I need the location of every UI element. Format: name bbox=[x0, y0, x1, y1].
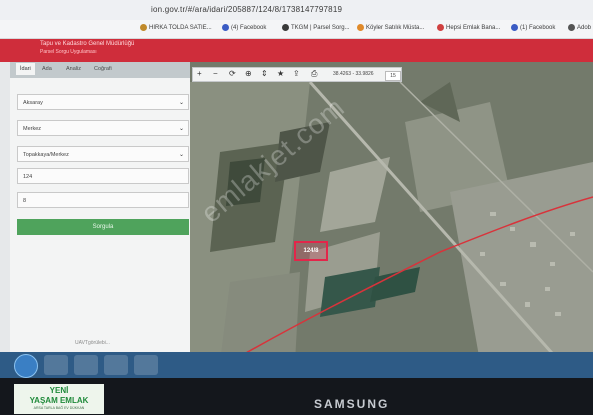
share-icon[interactable]: ⇪ bbox=[293, 69, 300, 78]
query-panel: İdari Ada Analiz Coğrafi Aksaray ⌄ Merke… bbox=[10, 62, 190, 352]
satellite-imagery bbox=[190, 62, 593, 362]
brand-label: SAMSUNG bbox=[314, 397, 390, 411]
location-pin-icon bbox=[282, 24, 289, 31]
neighborhood-value: Topakkaya/Merkez bbox=[23, 152, 69, 158]
bookmark-item[interactable]: (4) Facebook bbox=[222, 24, 266, 31]
bookmark-icon bbox=[568, 24, 575, 31]
parcel-highlight[interactable]: 124/8 bbox=[294, 241, 328, 261]
tab-analiz[interactable]: Analiz bbox=[66, 66, 81, 72]
bookmark-item[interactable]: TKGM | Parsel Sorg... bbox=[282, 24, 350, 31]
start-button[interactable] bbox=[14, 354, 38, 378]
logo-line3: ARSA TARLA BAĞ EV DÜKKAN bbox=[33, 406, 85, 410]
bookmark-label: (1) Facebook bbox=[520, 24, 556, 31]
map-view[interactable]: + − ⟳ ⊕ ⇕ ★ ⇪ ⎙ 38.4263 - 33.9826 15 124… bbox=[190, 62, 593, 362]
logo-line2: YAŞAM EMLAK bbox=[29, 396, 89, 405]
bookmark-icon bbox=[140, 24, 147, 31]
query-tabs: İdari Ada Analiz Coğrafi bbox=[10, 62, 190, 78]
district-select[interactable]: Merkez ⌄ bbox=[17, 120, 189, 136]
parcel-input[interactable]: 8 bbox=[17, 192, 189, 208]
bookmark-label: Köyler Satılık Müsta... bbox=[366, 24, 425, 31]
bookmark-label: HIRKA TOLDA SATIE... bbox=[149, 24, 212, 31]
measure-icon[interactable]: ⇕ bbox=[261, 69, 268, 78]
locate-icon[interactable]: ⊕ bbox=[245, 69, 252, 78]
coordinate-readout: 38.4263 - 33.9826 bbox=[333, 71, 374, 77]
site-header: Tapu ve Kadastro Genel Müdürlüğü Parsel … bbox=[0, 39, 593, 62]
site-subtitle: Parsel Sorgu Uygulaması bbox=[40, 49, 97, 55]
agency-logo: YENİ YAŞAM EMLAK ARSA TARLA BAĞ EV DÜKKA… bbox=[14, 384, 104, 414]
bookmark-item[interactable]: (1) Facebook bbox=[511, 24, 555, 31]
bookmark-item[interactable]: Köyler Satılık Müsta... bbox=[357, 24, 424, 31]
print-icon[interactable]: ⎙ bbox=[311, 69, 317, 79]
windows-taskbar bbox=[0, 352, 593, 378]
star-icon[interactable]: ★ bbox=[277, 69, 284, 78]
site-title: Tapu ve Kadastro Genel Müdürlüğü bbox=[40, 41, 135, 47]
tab-ada[interactable]: Ada bbox=[42, 66, 52, 72]
bookmark-item[interactable]: Hepsi Emlak Bana... bbox=[437, 24, 500, 31]
explorer-icon[interactable] bbox=[44, 355, 68, 375]
home-icon bbox=[437, 24, 444, 31]
tab-cografi[interactable]: Coğrafi bbox=[94, 66, 112, 72]
facebook-icon bbox=[511, 24, 518, 31]
bookmark-label: Hepsi Emlak Bana... bbox=[446, 24, 501, 31]
bookmark-icon bbox=[357, 24, 364, 31]
province-select[interactable]: Aksaray ⌄ bbox=[17, 94, 189, 110]
monitor-screen: ion.gov.tr/#/ara/idari/205887/124/8/1738… bbox=[0, 0, 593, 378]
panel-footer-link[interactable]: UAVTgörülebi... bbox=[75, 340, 110, 346]
refresh-icon[interactable]: ⟳ bbox=[229, 69, 236, 78]
parcel-value: 8 bbox=[23, 198, 27, 204]
bookmarks-bar: HIRKA TOLDA SATIE... (4) Facebook TKGM |… bbox=[0, 20, 593, 39]
url-text[interactable]: ion.gov.tr/#/ara/idari/205887/124/8/1738… bbox=[151, 5, 342, 14]
map-toolbar: + − ⟳ ⊕ ⇕ ★ ⇪ ⎙ 38.4263 - 33.9826 15 bbox=[192, 67, 402, 82]
block-input[interactable]: 124 bbox=[17, 168, 189, 184]
neighborhood-select[interactable]: Topakkaya/Merkez ⌄ bbox=[17, 146, 189, 162]
chevron-down-icon: ⌄ bbox=[178, 152, 184, 158]
app-icon[interactable] bbox=[134, 355, 158, 375]
browser-address-bar[interactable]: ion.gov.tr/#/ara/idari/205887/124/8/1738… bbox=[0, 0, 593, 20]
block-value: 124 bbox=[23, 174, 33, 180]
tab-idari[interactable]: İdari bbox=[16, 63, 35, 75]
bookmark-label: TKGM | Parsel Sorg... bbox=[291, 24, 350, 31]
district-value: Merkez bbox=[23, 126, 42, 132]
zoom-level: 15 bbox=[385, 71, 401, 81]
logo-line1: YENİ bbox=[49, 386, 69, 395]
chrome-icon[interactable] bbox=[104, 355, 128, 375]
chevron-down-icon: ⌄ bbox=[178, 126, 184, 132]
bookmark-label: (4) Facebook bbox=[231, 24, 267, 31]
province-value: Aksaray bbox=[23, 100, 43, 106]
bookmark-item[interactable]: HIRKA TOLDA SATIE... bbox=[140, 24, 212, 31]
folder-icon[interactable] bbox=[74, 355, 98, 375]
facebook-icon bbox=[222, 24, 229, 31]
zoom-in-icon[interactable]: + bbox=[197, 69, 202, 78]
chevron-down-icon: ⌄ bbox=[178, 100, 184, 106]
query-button[interactable]: Sorgula bbox=[17, 219, 189, 235]
bookmark-item[interactable]: Adob bbox=[568, 24, 591, 31]
bookmark-label: Adob bbox=[577, 24, 592, 31]
zoom-out-icon[interactable]: − bbox=[213, 69, 218, 78]
